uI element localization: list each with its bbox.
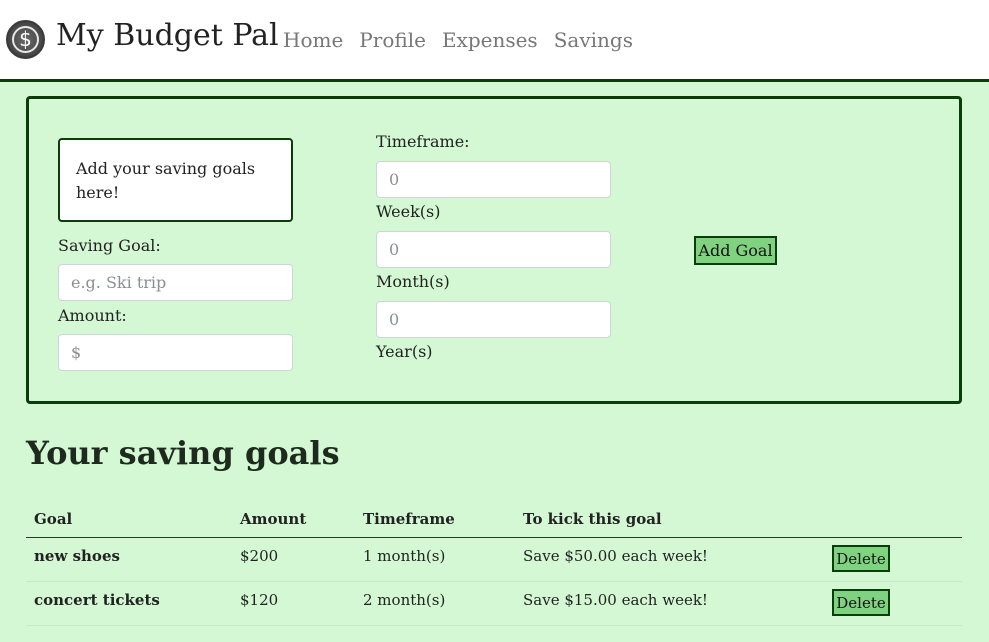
nav-link-expenses[interactable]: Expenses [442,26,538,54]
saving-goal-input[interactable] [58,264,293,301]
saving-goal-label: Saving Goal: [58,236,161,255]
nav-link-profile[interactable]: Profile [359,26,426,54]
amount-label: Amount: [58,306,127,325]
column-header-plan: To kick this goal [523,510,662,528]
delete-button[interactable]: Delete [832,589,890,616]
nav-links: Home Profile Expenses Savings [283,26,633,54]
row-divider [26,625,962,626]
row-divider [26,581,962,582]
logo-symbol: $ [12,26,39,53]
delete-button[interactable]: Delete [832,545,890,572]
months-label: Month(s) [376,272,450,291]
column-header-amount: Amount [240,510,307,528]
weeks-input[interactable] [376,161,611,198]
years-input[interactable] [376,301,611,338]
months-input[interactable] [376,231,611,268]
column-header-timeframe: Timeframe [363,510,455,528]
plan-cell: Save $15.00 each week! [523,591,708,609]
weeks-label: Week(s) [376,202,441,221]
timeframe-cell: 2 month(s) [363,591,446,609]
years-label: Year(s) [376,342,433,361]
dollar-coin-icon[interactable]: $ [6,20,45,59]
navbar: $ My Budget Pal Home Profile Expenses Sa… [0,0,989,82]
column-header-goal: Goal [34,510,73,528]
add-goal-button[interactable]: Add Goal [694,236,777,265]
header-divider [26,537,962,538]
nav-link-savings[interactable]: Savings [554,26,633,54]
timeframe-label: Timeframe: [376,132,470,151]
goals-section-title: Your saving goals [26,434,340,472]
amount-cell: $200 [240,547,279,565]
goal-cell: new shoes [34,547,120,565]
info-box: Add your saving goals here! [58,138,293,222]
goal-cell: concert tickets [34,591,160,609]
timeframe-cell: 1 month(s) [363,547,446,565]
nav-link-home[interactable]: Home [283,26,343,54]
plan-cell: Save $50.00 each week! [523,547,708,565]
amount-cell: $120 [240,591,279,609]
brand-title[interactable]: My Budget Pal [56,16,279,56]
amount-input[interactable] [58,334,293,371]
